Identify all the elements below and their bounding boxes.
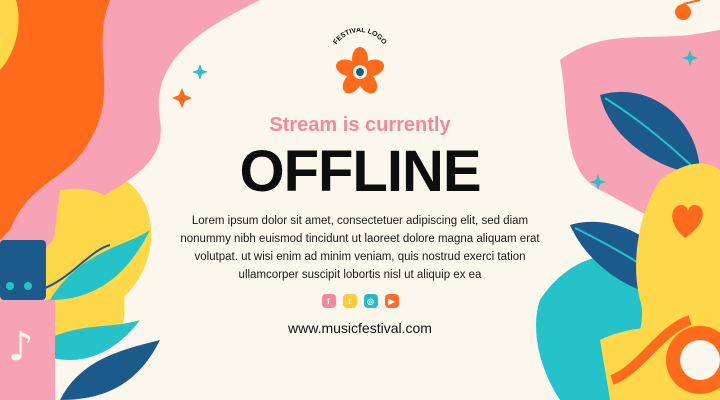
instagram-icon[interactable]: ◎	[363, 294, 378, 308]
social-links: f t ◎ ▶	[320, 294, 400, 308]
description-text: Lorem ipsum dolor sit amet, consectetuer…	[180, 215, 540, 281]
website-link[interactable]: www.musicfestival.com	[0, 320, 720, 336]
orange-sparkle-icon	[172, 88, 192, 108]
subtitle: Stream is currently	[269, 114, 451, 136]
logo-text: FESTIVAL LOGO	[332, 27, 388, 47]
flower-icon	[335, 47, 385, 94]
youtube-icon[interactable]: ▶	[384, 294, 399, 308]
left-drum-top	[0, 240, 46, 300]
festival-logo: FESTIVAL LOGO	[320, 27, 400, 100]
offline-title: OFFLINE	[239, 139, 481, 204]
svg-text:FESTIVAL LOGO: FESTIVAL LOGO	[332, 28, 388, 46]
right-orange-dot	[675, 4, 691, 20]
twitter-icon[interactable]: t	[342, 294, 357, 308]
facebook-icon[interactable]: f	[321, 294, 336, 308]
